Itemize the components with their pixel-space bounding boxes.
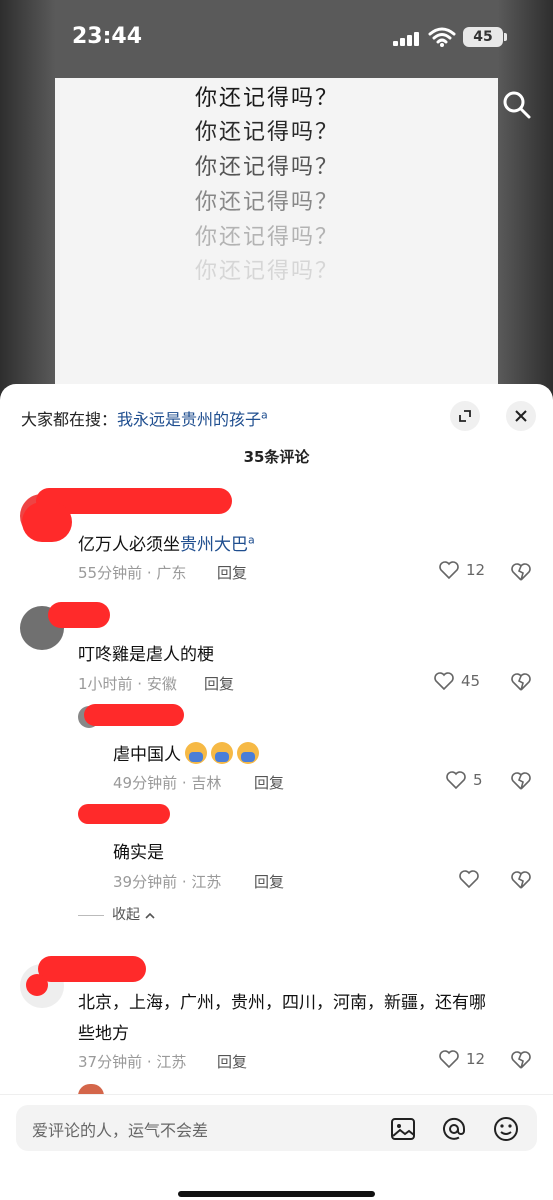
- redacted-username: [78, 804, 170, 824]
- redacted-username: [48, 602, 110, 628]
- comment-text: 北京，上海，广州，贵州，四川，河南，新疆，还有哪: [78, 993, 486, 1013]
- like-button[interactable]: 45: [433, 671, 480, 691]
- like-count: 45: [461, 672, 481, 690]
- comment-text: 叮咚雞是虐人的梗: [78, 645, 214, 665]
- poem-line: 你还记得吗？: [195, 86, 340, 111]
- reply-button[interactable]: 回复: [254, 772, 284, 793]
- close-button[interactable]: [506, 401, 536, 431]
- video-frame[interactable]: 你还记得吗？ 你还记得吗？ 你还记得吗？ 你还记得吗？ 你还记得吗？ 你还记得吗…: [55, 78, 498, 408]
- heart-icon: [434, 672, 454, 691]
- broken-heart-icon[interactable]: [510, 672, 532, 692]
- emoji-icon: [211, 742, 233, 764]
- poem-line: 你还记得吗？: [195, 225, 340, 250]
- search-small-icon: 𝖺: [261, 408, 268, 422]
- reply-button[interactable]: 回复: [217, 1051, 247, 1072]
- comment-input-bar: 爱评论的人，运气不会差: [0, 1094, 553, 1200]
- comment-text: 亿万人必须坐贵州大巴𝖺: [78, 533, 255, 555]
- redacted-avatar: [22, 502, 72, 542]
- comment-meta: 37分钟前 · 江苏: [78, 1053, 187, 1071]
- input-placeholder: 爱评论的人，运气不会差: [32, 1121, 209, 1140]
- like-count: 12: [466, 1050, 486, 1068]
- battery-indicator: 45: [463, 27, 507, 47]
- reply-button[interactable]: 回复: [204, 673, 234, 694]
- home-indicator: [178, 1191, 375, 1197]
- broken-heart-icon[interactable]: [510, 870, 532, 890]
- hashtag-link[interactable]: 贵州大巴𝖺: [180, 533, 255, 555]
- emoji-icon: [185, 742, 207, 764]
- poem-line: 你还记得吗？: [195, 259, 340, 284]
- heart-icon: [439, 561, 459, 580]
- like-button[interactable]: 5: [445, 770, 483, 790]
- reply-button[interactable]: 回复: [217, 562, 247, 583]
- image-icon[interactable]: [390, 1116, 416, 1142]
- redacted-avatar: [26, 974, 48, 996]
- clock: 23:44: [72, 24, 143, 49]
- trending-search[interactable]: 大家都在搜：我永远是贵州的孩子𝖺: [21, 406, 268, 430]
- comment-count: 35条评论: [243, 448, 310, 466]
- poem-line: 你还记得吗？: [195, 155, 340, 180]
- redacted-username: [84, 704, 184, 726]
- comment-sheet: 大家都在搜：我永远是贵州的孩子𝖺 35条评论 亿万人必须坐贵州大巴𝖺 55分钟前…: [0, 384, 553, 1200]
- heart-icon: [459, 870, 479, 889]
- comment-meta: 1小时前 · 安徽: [78, 675, 177, 693]
- like-button[interactable]: [458, 869, 480, 889]
- wifi-icon: [428, 27, 456, 47]
- reply-button[interactable]: 回复: [254, 871, 284, 892]
- at-mention-icon[interactable]: [441, 1116, 467, 1142]
- search-link[interactable]: 我永远是贵州的孩子: [117, 410, 261, 429]
- heart-icon: [439, 1050, 459, 1069]
- search-prefix: 大家都在搜：: [21, 410, 118, 429]
- broken-heart-icon[interactable]: [510, 562, 532, 582]
- collapse-replies-button[interactable]: 收起: [78, 904, 156, 924]
- comment-meta: 55分钟前 · 广东: [78, 564, 187, 582]
- expand-button[interactable]: [450, 401, 480, 431]
- cellular-signal-icon: [393, 32, 419, 46]
- comment-input[interactable]: 爱评论的人，运气不会差: [16, 1105, 537, 1151]
- comment-meta: 49分钟前 · 吉林: [113, 774, 222, 792]
- expand-icon: [459, 410, 471, 422]
- heart-icon: [446, 771, 466, 790]
- comment-meta: 39分钟前 · 江苏: [113, 873, 222, 891]
- broken-heart-icon[interactable]: [510, 771, 532, 791]
- redacted-username: [38, 956, 146, 982]
- search-icon[interactable]: [502, 90, 532, 120]
- like-button[interactable]: 12: [438, 560, 485, 580]
- broken-heart-icon[interactable]: [510, 1050, 532, 1070]
- close-icon: [515, 410, 527, 422]
- comment-text: 些地方: [78, 1024, 129, 1044]
- like-count: 5: [473, 771, 483, 789]
- status-bar: 23:44 45: [0, 0, 553, 70]
- like-button[interactable]: 12: [438, 1049, 485, 1069]
- poem-line: 你还记得吗？: [195, 120, 340, 145]
- emoji-icon[interactable]: [493, 1116, 519, 1142]
- like-count: 12: [466, 561, 486, 579]
- chevron-up-icon: [145, 912, 156, 919]
- comment-text: 虐中国人: [113, 740, 259, 765]
- comment-text: 确实是: [113, 843, 164, 863]
- emoji-icon: [237, 742, 259, 764]
- poem-line: 你还记得吗？: [195, 190, 340, 215]
